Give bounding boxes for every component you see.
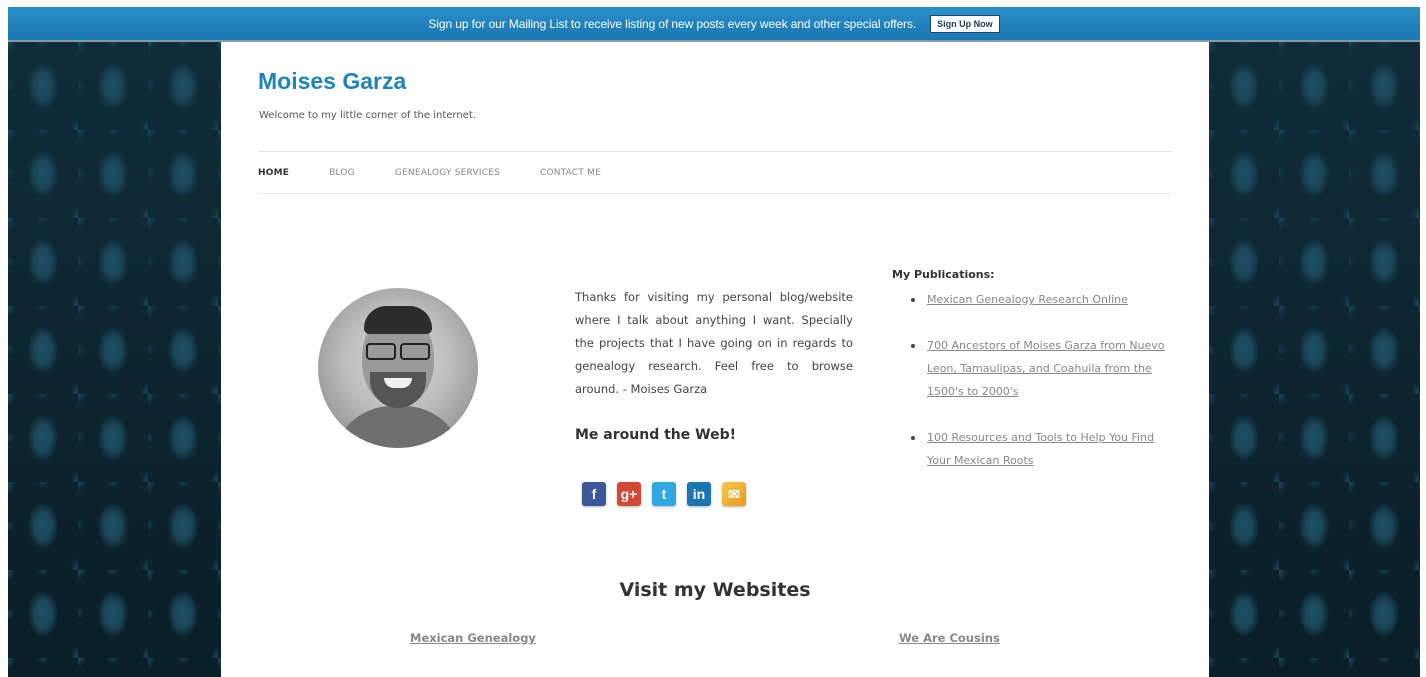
- nav-item-genealogy-services[interactable]: GENEALOGY SERVICES: [395, 168, 500, 178]
- list-item: 100 Resources and Tools to Help You Find…: [907, 426, 1177, 472]
- nav-item-blog[interactable]: BLOG: [329, 168, 355, 178]
- nav-item-home[interactable]: HOME: [258, 168, 289, 178]
- sign-up-button[interactable]: Sign Up Now: [930, 14, 1000, 33]
- mail-icon[interactable]: ✉: [722, 482, 746, 506]
- site-tagline: Welcome to my little corner of the inter…: [259, 110, 476, 121]
- publication-link[interactable]: 100 Resources and Tools to Help You Find…: [927, 431, 1154, 467]
- list-item: 700 Ancestors of Moises Garza from Nuevo…: [907, 334, 1177, 403]
- frame-left: [0, 0, 8, 677]
- damask-background-left: [8, 42, 221, 677]
- list-item: Mexican Genealogy Research Online: [907, 288, 1177, 311]
- mailing-list-banner: Sign up for our Mailing List to receive …: [8, 7, 1420, 43]
- publications-list: Mexican Genealogy Research Online 700 An…: [907, 288, 1177, 495]
- google-plus-icon[interactable]: g+: [617, 482, 641, 506]
- site-title[interactable]: Moises Garza: [258, 68, 406, 95]
- we-are-cousins-link[interactable]: We Are Cousins: [899, 631, 1000, 645]
- twitter-icon[interactable]: t: [652, 482, 676, 506]
- profile-photo: [318, 288, 478, 448]
- websites-heading: Visit my Websites: [619, 579, 811, 601]
- intro-text: Thanks for visiting my personal blog/web…: [575, 290, 853, 396]
- page-content: Moises Garza Welcome to my little corner…: [221, 42, 1209, 677]
- mexican-genealogy-link[interactable]: Mexican Genealogy: [410, 631, 536, 645]
- nav-item-contact-me[interactable]: CONTACT ME: [540, 168, 601, 178]
- damask-background-right: [1209, 42, 1420, 677]
- facebook-icon[interactable]: f: [582, 482, 606, 506]
- frame-right: [1420, 0, 1426, 677]
- me-around-web-heading: Me around the Web!: [575, 427, 736, 443]
- publication-link[interactable]: 700 Ancestors of Moises Garza from Nuevo…: [927, 339, 1165, 398]
- linkedin-icon[interactable]: in: [687, 482, 711, 506]
- social-links: f g+ t in ✉: [582, 482, 746, 506]
- publications-heading: My Publications:: [892, 268, 995, 281]
- frame-top: [0, 0, 1426, 7]
- banner-text: Sign up for our Mailing List to receive …: [428, 16, 917, 31]
- publication-link[interactable]: Mexican Genealogy Research Online: [927, 293, 1128, 306]
- main-nav: HOME BLOG GENEALOGY SERVICES CONTACT ME: [258, 151, 1172, 194]
